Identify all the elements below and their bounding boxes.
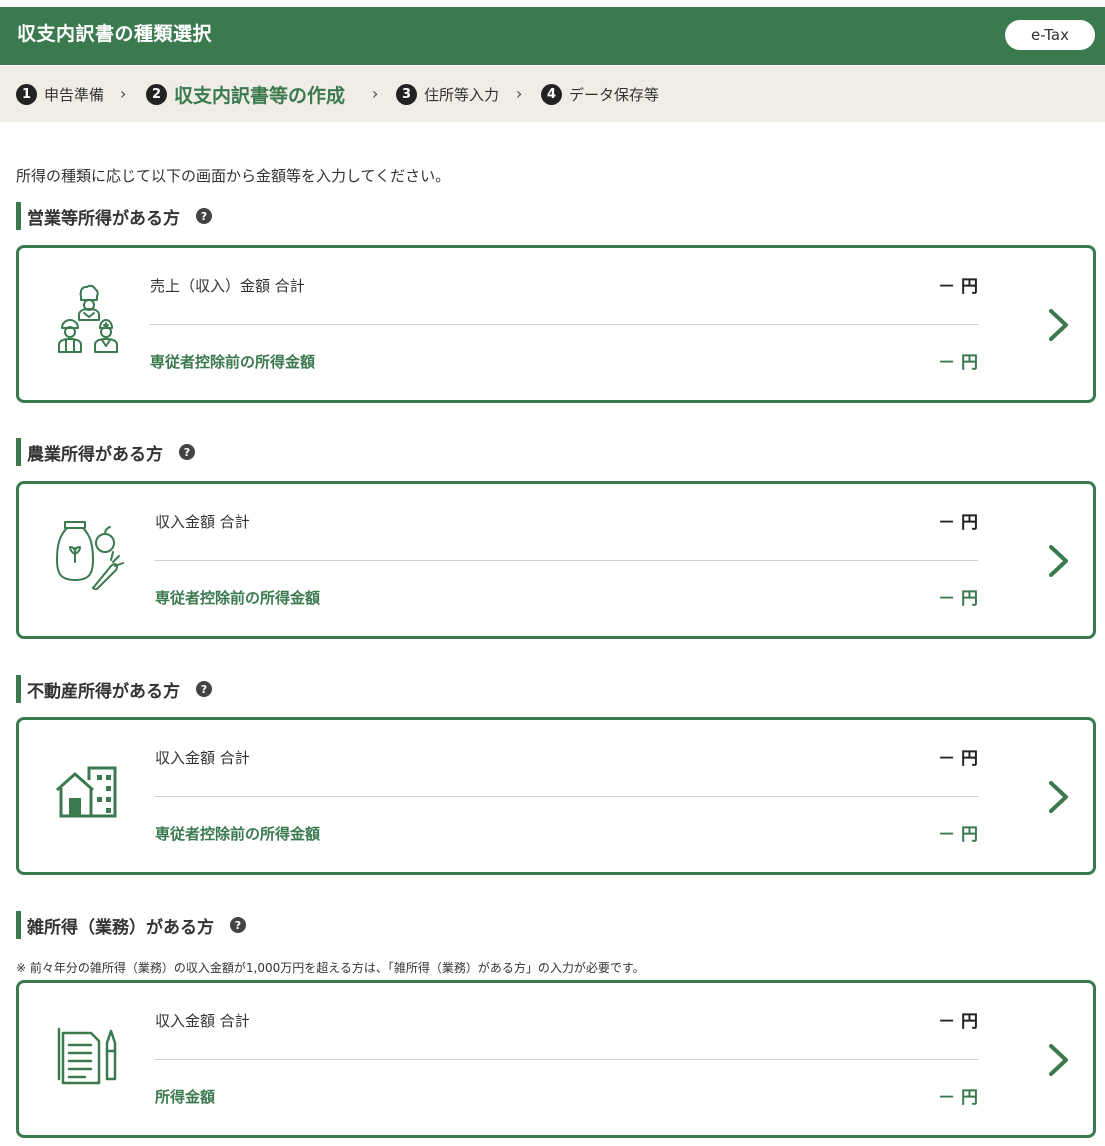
real-estate-income-card[interactable]: 収入金額 合計 － 円 専従者控除前の所得金額 － 円 — [16, 717, 1096, 875]
section-title: 雑所得（業務）がある方 — [27, 917, 214, 938]
help-icon[interactable]: ? — [196, 208, 212, 224]
section-heading-real-estate: 不動産所得がある方 ? — [16, 675, 212, 703]
chevron-right-icon — [1049, 1044, 1068, 1076]
card-divider — [155, 560, 978, 561]
real-estate-icon — [56, 766, 117, 818]
card-divider — [150, 324, 978, 325]
card-value-income: － 円 — [938, 589, 978, 609]
section-heading-business: 営業等所得がある方 ? — [16, 202, 212, 230]
card-label-income: 所得金額 — [155, 1088, 216, 1106]
step-label: 申告準備 — [44, 85, 105, 104]
agriculture-icon — [56, 521, 124, 590]
section-title: 農業所得がある方 — [27, 444, 163, 465]
step-2-current: 2 収支内訳書等の作成 — [146, 66, 345, 122]
help-icon[interactable]: ? — [179, 444, 195, 460]
card-value-income: － 円 — [938, 825, 978, 845]
step-number: 3 — [396, 83, 417, 105]
section-title: 不動産所得がある方 — [27, 681, 180, 702]
chevron-right-icon — [1049, 545, 1068, 577]
card-value-revenue-total: － 円 — [938, 749, 978, 769]
etax-button[interactable]: e-Tax — [1005, 20, 1095, 50]
step-label: データ保存等 — [569, 85, 660, 104]
card-label-revenue-total: 収入金額 合計 — [155, 1012, 250, 1030]
step-progress: 1 申告準備 › 2 収支内訳書等の作成 › 3 住所等入力 › 4 データ保存… — [0, 66, 1105, 122]
step-number: 2 — [146, 83, 167, 105]
step-separator-icon: › — [120, 84, 127, 103]
chevron-right-icon — [1049, 309, 1068, 341]
page-header: 収支内訳書の種類選択 e-Tax — [0, 7, 1105, 65]
misc-income-note: ※ 前々年分の雑所得（業務）の収入金額が1,000万円を超える方は、「雑所得（業… — [16, 961, 645, 975]
card-label-revenue-total: 収入金額 合計 — [155, 513, 250, 531]
card-label-income: 専従者控除前の所得金額 — [155, 589, 321, 607]
step-number: 1 — [16, 83, 37, 105]
help-icon[interactable]: ? — [196, 681, 212, 697]
intro-text: 所得の種類に応じて以下の画面から金額等を入力してください。 — [16, 167, 451, 185]
section-heading-agriculture: 農業所得がある方 ? — [16, 438, 195, 466]
step-separator-icon: › — [372, 84, 379, 103]
card-value-revenue-total: － 円 — [938, 1012, 978, 1032]
card-label-income: 専従者控除前の所得金額 — [155, 825, 321, 843]
step-4: 4 データ保存等 — [541, 66, 659, 122]
card-label-income: 専従者控除前の所得金額 — [150, 353, 316, 371]
help-icon[interactable]: ? — [230, 917, 246, 933]
step-1: 1 申告準備 — [16, 66, 104, 122]
step-label: 収支内訳書等の作成 — [174, 84, 346, 107]
section-title: 営業等所得がある方 — [27, 208, 180, 229]
section-heading-miscellaneous: 雑所得（業務）がある方 ? — [16, 911, 246, 939]
card-label-sales-total: 売上（収入）金額 合計 — [150, 277, 305, 295]
card-value-revenue-total: － 円 — [938, 513, 978, 533]
misc-income-card[interactable]: 収入金額 合計 － 円 所得金額 － 円 — [16, 980, 1096, 1138]
card-divider — [155, 1059, 978, 1060]
chevron-right-icon — [1049, 781, 1068, 813]
step-3: 3 住所等入力 — [396, 66, 499, 122]
card-value-income: － 円 — [938, 1088, 978, 1108]
business-income-card[interactable]: 売上（収入）金額 合計 － 円 専従者控除前の所得金額 － 円 — [16, 245, 1096, 403]
card-label-revenue-total: 収入金額 合計 — [155, 749, 250, 767]
card-value-sales-total: － 円 — [938, 277, 978, 297]
workers-icon — [58, 284, 118, 353]
page-title: 収支内訳書の種類選択 — [17, 23, 213, 45]
agriculture-income-card[interactable]: 収入金額 合計 － 円 専従者控除前の所得金額 － 円 — [16, 481, 1096, 639]
card-divider — [155, 796, 978, 797]
step-separator-icon: › — [516, 84, 523, 103]
step-number: 4 — [541, 83, 562, 105]
step-label: 住所等入力 — [424, 85, 500, 104]
card-value-income: － 円 — [938, 353, 978, 373]
documents-icon — [57, 1027, 117, 1085]
